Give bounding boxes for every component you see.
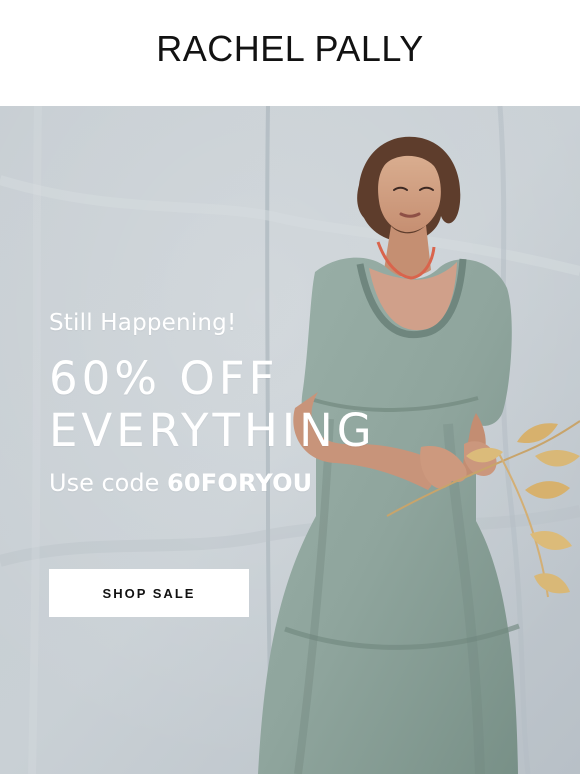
email-page: RACHEL PALLY Still Happening! 60% OFF EV…	[0, 0, 580, 774]
sale-eyebrow: Still Happening!	[49, 310, 237, 336]
sale-hero: Still Happening! 60% OFF EVERYTHING Use …	[0, 106, 580, 774]
email-header: RACHEL PALLY	[0, 0, 580, 106]
promo-code-prefix: Use code	[49, 469, 160, 497]
hero-copy: Still Happening! 60% OFF EVERYTHING Use …	[49, 310, 499, 496]
brand-logo[interactable]: RACHEL PALLY	[156, 28, 423, 70]
shop-sale-button[interactable]: SHOP SALE	[49, 569, 249, 617]
sale-headline-line-2: EVERYTHING	[49, 404, 376, 457]
sale-headline-line-1: 60% OFF	[49, 352, 279, 405]
promo-code: 60FORYOU	[166, 469, 313, 497]
promo-code-line: Use code 60FORYOU	[49, 471, 499, 495]
sale-headline: 60% OFF EVERYTHING	[49, 353, 499, 457]
